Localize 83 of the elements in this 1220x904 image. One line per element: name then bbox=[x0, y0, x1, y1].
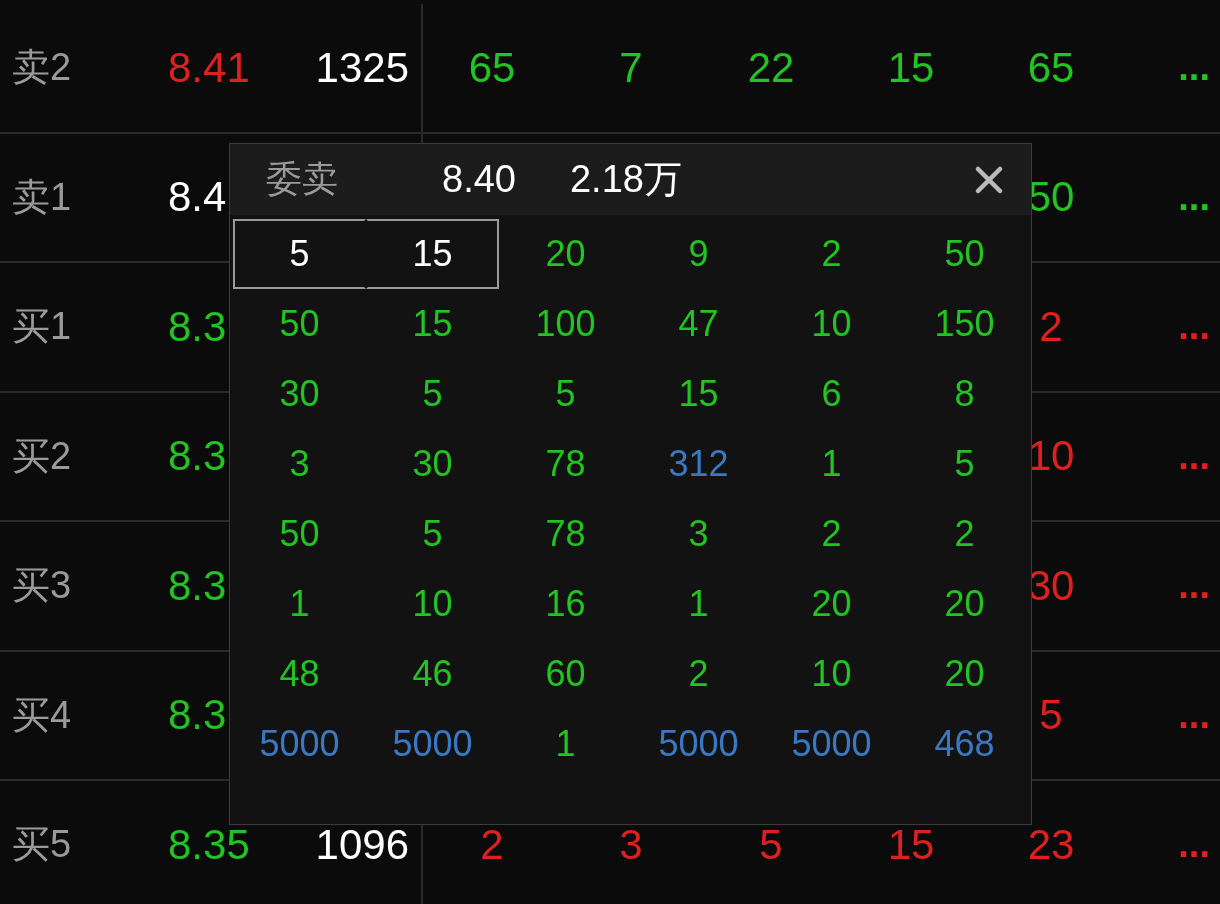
queue-order[interactable]: 1 bbox=[632, 569, 765, 639]
queue-order[interactable]: 1 bbox=[765, 429, 898, 499]
queue-order[interactable]: 1 bbox=[233, 569, 366, 639]
queue-order[interactable]: 60 bbox=[499, 639, 632, 709]
price: 8.4 bbox=[167, 173, 227, 222]
order-quantity: 15 bbox=[887, 820, 935, 869]
queue-order[interactable]: 5000 bbox=[233, 709, 366, 779]
queue-order[interactable]: 468 bbox=[898, 709, 1031, 779]
queue-order[interactable]: 30 bbox=[233, 359, 366, 429]
queue-order[interactable]: 2 bbox=[765, 219, 898, 289]
level-label: 卖1 bbox=[11, 174, 72, 220]
popup-title: 委卖 bbox=[266, 157, 339, 201]
price: 8.41 bbox=[167, 43, 250, 92]
more-link[interactable]: ... bbox=[1178, 693, 1210, 737]
more-link[interactable]: ... bbox=[1178, 46, 1210, 90]
queue-order[interactable]: 9 bbox=[632, 219, 765, 289]
order-quantity: 15 bbox=[887, 43, 935, 92]
price: 8.35 bbox=[167, 820, 250, 869]
queue-order[interactable]: 78 bbox=[499, 429, 632, 499]
queue-order[interactable]: 10 bbox=[765, 639, 898, 709]
queue-order[interactable]: 5000 bbox=[765, 709, 898, 779]
level-label: 买2 bbox=[11, 433, 72, 479]
price: 8.3 bbox=[167, 691, 227, 740]
more-link[interactable]: ... bbox=[1178, 564, 1210, 608]
volume: 1325 bbox=[315, 43, 409, 92]
queue-order[interactable]: 50 bbox=[233, 289, 366, 359]
queue-order[interactable]: 15 bbox=[366, 289, 499, 359]
order-quantity: 5 bbox=[759, 820, 783, 869]
queue-order[interactable]: 3 bbox=[233, 429, 366, 499]
price: 8.3 bbox=[167, 432, 227, 481]
queue-order[interactable]: 47 bbox=[632, 289, 765, 359]
queue-order[interactable]: 46 bbox=[366, 639, 499, 709]
queue-order[interactable]: 5 bbox=[233, 219, 366, 289]
queue-order[interactable]: 5 bbox=[499, 359, 632, 429]
price: 8.3 bbox=[167, 302, 227, 351]
queue-order[interactable]: 30 bbox=[366, 429, 499, 499]
queue-order[interactable]: 5000 bbox=[632, 709, 765, 779]
queue-order[interactable]: 15 bbox=[366, 219, 499, 289]
popup-volume: 2.18万 bbox=[569, 157, 682, 202]
queue-order[interactable]: 10 bbox=[366, 569, 499, 639]
queue-order[interactable]: 100 bbox=[499, 289, 632, 359]
volume: 1096 bbox=[315, 820, 409, 869]
queue-order[interactable]: 8 bbox=[898, 359, 1031, 429]
queue-order[interactable]: 20 bbox=[898, 639, 1031, 709]
order-quantity: 5 bbox=[1039, 691, 1063, 740]
order-quantity: 65 bbox=[1027, 43, 1075, 92]
order-quantity: 7 bbox=[619, 43, 643, 92]
more-link[interactable]: ... bbox=[1178, 305, 1210, 349]
level-label: 买3 bbox=[11, 563, 72, 609]
queue-order[interactable]: 5 bbox=[366, 359, 499, 429]
queue-order[interactable]: 6 bbox=[765, 359, 898, 429]
queue-order[interactable]: 2 bbox=[765, 499, 898, 569]
level-label: 买4 bbox=[11, 692, 72, 738]
queue-order[interactable]: 1 bbox=[499, 709, 632, 779]
queue-order[interactable]: 5000 bbox=[366, 709, 499, 779]
queue-order[interactable]: 16 bbox=[499, 569, 632, 639]
level-label: 买5 bbox=[11, 822, 72, 868]
more-link[interactable]: ... bbox=[1178, 175, 1210, 219]
more-link[interactable]: ... bbox=[1178, 434, 1210, 478]
order-quantity: 23 bbox=[1027, 820, 1075, 869]
popup-price: 8.40 bbox=[442, 158, 516, 201]
more-link[interactable]: ... bbox=[1178, 823, 1210, 867]
queue-order[interactable]: 3 bbox=[632, 499, 765, 569]
queue-order[interactable]: 20 bbox=[499, 219, 632, 289]
queue-order[interactable]: 78 bbox=[499, 499, 632, 569]
queue-order[interactable]: 50 bbox=[233, 499, 366, 569]
order-quantity: 3 bbox=[619, 820, 643, 869]
queue-order[interactable]: 20 bbox=[765, 569, 898, 639]
level-label: 买1 bbox=[11, 304, 72, 350]
queue-order[interactable]: 150 bbox=[898, 289, 1031, 359]
order-quantity: 2 bbox=[1039, 302, 1063, 351]
queue-order[interactable]: 312 bbox=[632, 429, 765, 499]
queue-order[interactable]: 15 bbox=[632, 359, 765, 429]
price: 8.3 bbox=[167, 561, 227, 610]
level-label: 卖2 bbox=[11, 45, 72, 91]
order-quantity: 65 bbox=[468, 43, 516, 92]
queue-order[interactable]: 10 bbox=[765, 289, 898, 359]
queue-order[interactable]: 5 bbox=[366, 499, 499, 569]
queue-order[interactable]: 2 bbox=[632, 639, 765, 709]
order-quantity: 22 bbox=[747, 43, 795, 92]
queue-order[interactable]: 50 bbox=[898, 219, 1031, 289]
queue-order[interactable]: 48 bbox=[233, 639, 366, 709]
order-quantity: 2 bbox=[480, 820, 504, 869]
